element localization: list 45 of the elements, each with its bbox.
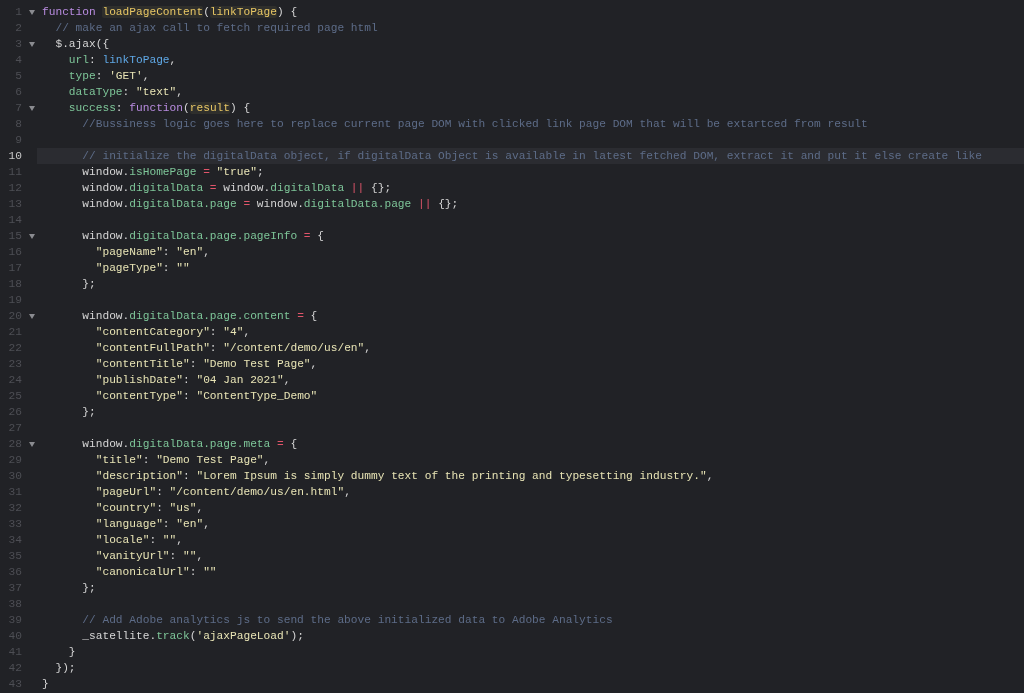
code-line: } [42,677,49,692]
code-line: function loadPageContent(linkToPage) { [42,5,298,20]
code-line: _satellite.track('ajaxPageLoad'); [81,629,304,644]
code-line: "contentCategory": "4", [94,325,251,340]
code-line: }; [81,405,96,420]
code-line: //Bussiness logic goes here to replace current page DOM with clicked link page DOM that will be extartced from result [81,117,868,132]
code-line: window.digitalData.page.pageInfo = { [81,229,324,244]
code-line: "locale": "", [94,533,183,548]
code-line: "language": "en", [94,517,210,532]
code-line: "contentType": "ContentType_Demo" [94,389,318,404]
code-line: "contentFullPath": "/content/demo/us/en", [94,341,371,356]
code-line: window.isHomePage = "true"; [81,165,264,180]
code-line: }; [81,581,96,596]
code-line: "pageName": "en", [94,245,210,260]
code-line: "pageType": "" [94,261,190,276]
code-line: "publishDate": "04 Jan 2021", [94,373,291,388]
code-line: window.digitalData.page = window.digitalData.page || {}; [81,197,459,212]
code-line: "contentTitle": "Demo Test Page", [94,357,318,372]
code-line: window.digitalData = window.digitalData || {}; [81,181,392,196]
fold-arrow-icon[interactable] [29,233,35,239]
code-line: window.digitalData.page.content = { [81,309,318,324]
code-line: "country": "us", [94,501,204,516]
code-line: "description": "Lorem Ipsum is simply dummy text of the printing and typesetting industry.", [94,469,714,484]
fold-arrow-icon[interactable] [29,441,35,447]
fold-arrow-icon[interactable] [29,105,35,111]
code-line: success: function(result) { [67,101,251,116]
code-line: "vanityUrl": "", [94,549,204,564]
code-line: "pageUrl": "/content/demo/us/en.html", [94,485,351,500]
code-line: } [67,645,76,660]
code-line: // Add Adobe analytics js to send the above initialized data to Adobe Analytics [81,613,613,628]
fold-arrow-icon[interactable] [29,41,35,47]
code-line: type: 'GET', [67,69,150,84]
code-line: // initialize the digitalData object, if digitalData Object is available in latest fetched DOM, extract it and put it else create like [81,149,982,164]
code-line: dataType: "text", [67,85,184,100]
fold-arrow-icon[interactable] [29,313,35,319]
code-line: "canonicalUrl": "" [94,565,217,580]
code-line: $.ajax({ [54,37,110,52]
line-number: 10 [7,149,22,164]
fold-arrow-icon[interactable] [29,9,35,15]
code-line: }; [81,277,96,292]
code-line: window.digitalData.page.meta = { [81,437,298,452]
code-line: "title": "Demo Test Page", [94,453,271,468]
code-line: // make an ajax call to fetch required page html [54,21,378,36]
code-line: }); [54,661,76,676]
code-line: url: linkToPage, [67,53,177,68]
